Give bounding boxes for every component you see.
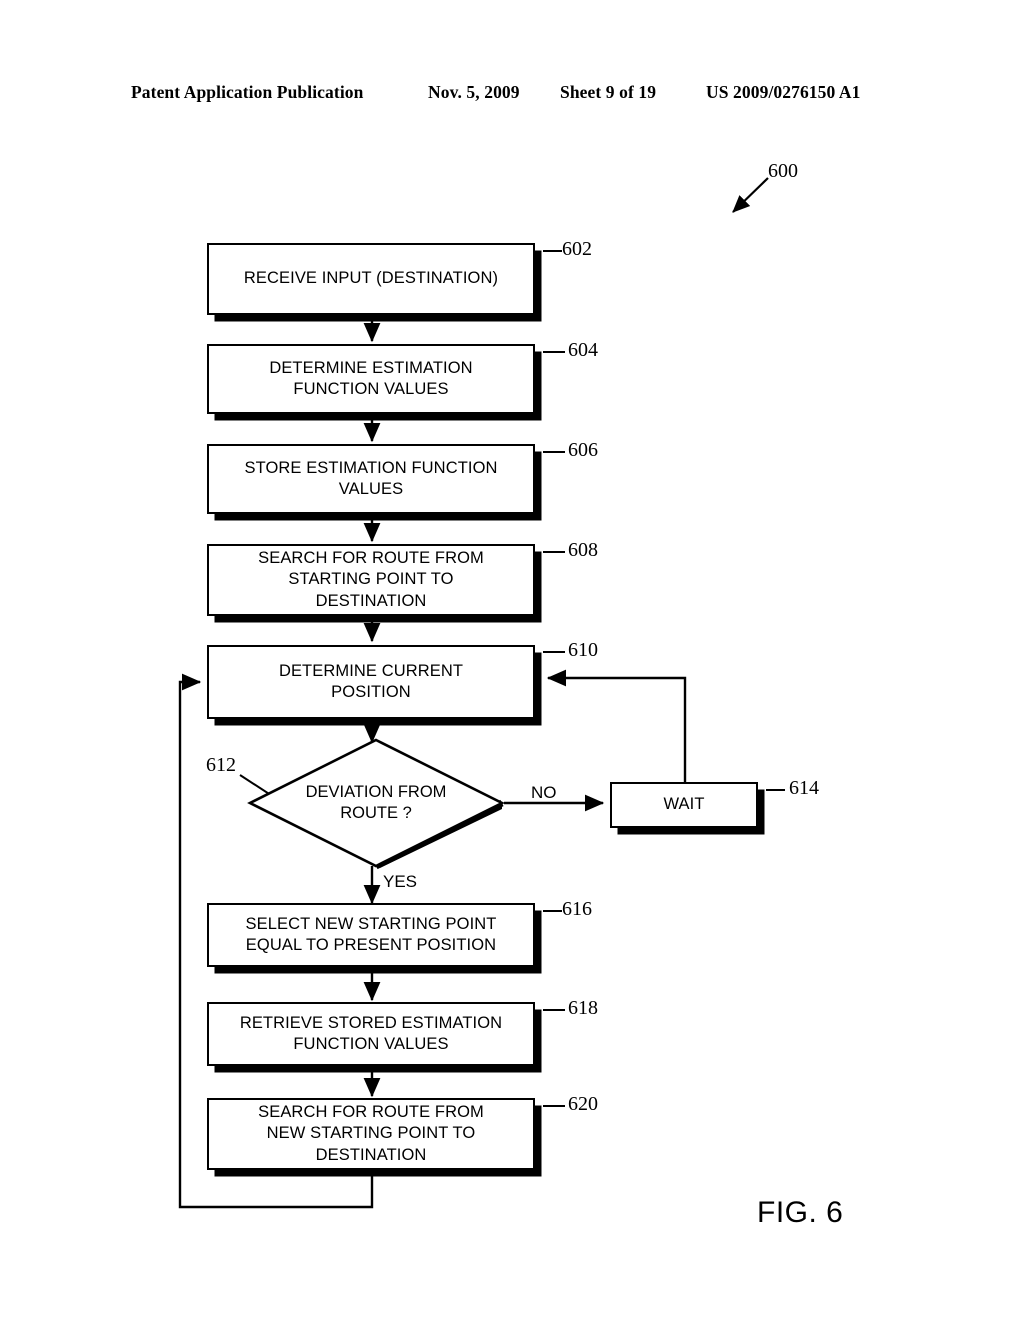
reference-numeral-610: 610: [568, 639, 598, 661]
wait-feedback-loop: [546, 669, 687, 782]
flow-node-label: DETERMINE ESTIMATION FUNCTION VALUES: [269, 358, 473, 398]
flow-node-store-estimation-function-values: STORE ESTIMATION FUNCTION VALUES: [207, 444, 535, 514]
reference-numeral-612: 612: [206, 754, 236, 776]
reference-numeral-602: 602: [562, 238, 592, 260]
patent-figure-page: Patent Application Publication Nov. 5, 2…: [0, 0, 1024, 1320]
flow-node-search-route-from-starting-point: SEARCH FOR ROUTE FROM STARTING POINT TO …: [207, 544, 535, 616]
flow-node-deviation-from-route-decision: DEVIATION FROM ROUTE ?: [247, 738, 505, 870]
flow-node-label: SELECT NEW STARTING POINT EQUAL TO PRESE…: [245, 914, 497, 954]
flow-node-select-new-starting-point: SELECT NEW STARTING POINT EQUAL TO PRESE…: [207, 903, 535, 967]
flow-node-label: SEARCH FOR ROUTE FROM NEW STARTING POINT…: [258, 1103, 484, 1164]
reference-numeral-608: 608: [568, 539, 598, 561]
reference-numeral-616: 616: [562, 898, 592, 920]
reference-numeral-620: 620: [568, 1093, 598, 1115]
figure-caption: FIG. 6: [757, 1196, 844, 1229]
flow-node-receive-input: RECEIVE INPUT (DESTINATION): [207, 243, 535, 315]
reference-numeral-600: 600: [768, 160, 798, 182]
flow-node-label: WAIT: [663, 795, 705, 814]
flow-node-determine-current-position: DETERMINE CURRENT POSITION: [207, 645, 535, 719]
flow-node-wait: WAIT: [610, 782, 758, 828]
flow-node-label: SEARCH FOR ROUTE FROM STARTING POINT TO …: [258, 549, 484, 610]
flow-node-retrieve-stored-estimation-function-values: RETRIEVE STORED ESTIMATION FUNCTION VALU…: [207, 1002, 535, 1066]
flow-node-label: DETERMINE CURRENT POSITION: [278, 661, 464, 701]
reference-numeral-614: 614: [789, 777, 819, 799]
flow-node-label: RETRIEVE STORED ESTIMATION FUNCTION VALU…: [239, 1013, 503, 1053]
flow-node-determine-estimation-function-values: DETERMINE ESTIMATION FUNCTION VALUES: [207, 344, 535, 414]
edge-label-no: NO: [531, 783, 557, 802]
reference-numeral-606: 606: [568, 439, 598, 461]
edge-label-yes: YES: [383, 872, 418, 891]
flow-node-search-route-from-new-starting-point: SEARCH FOR ROUTE FROM NEW STARTING POINT…: [207, 1098, 535, 1170]
flow-node-label: RECEIVE INPUT (DESTINATION): [243, 269, 499, 288]
reference-numeral-618: 618: [568, 997, 598, 1019]
figure-ref-leader: [732, 177, 769, 213]
reference-numeral-604: 604: [568, 339, 598, 361]
flow-node-label: STORE ESTIMATION FUNCTION VALUES: [244, 458, 498, 498]
flow-node-label: DEVIATION FROM ROUTE ?: [305, 782, 447, 822]
